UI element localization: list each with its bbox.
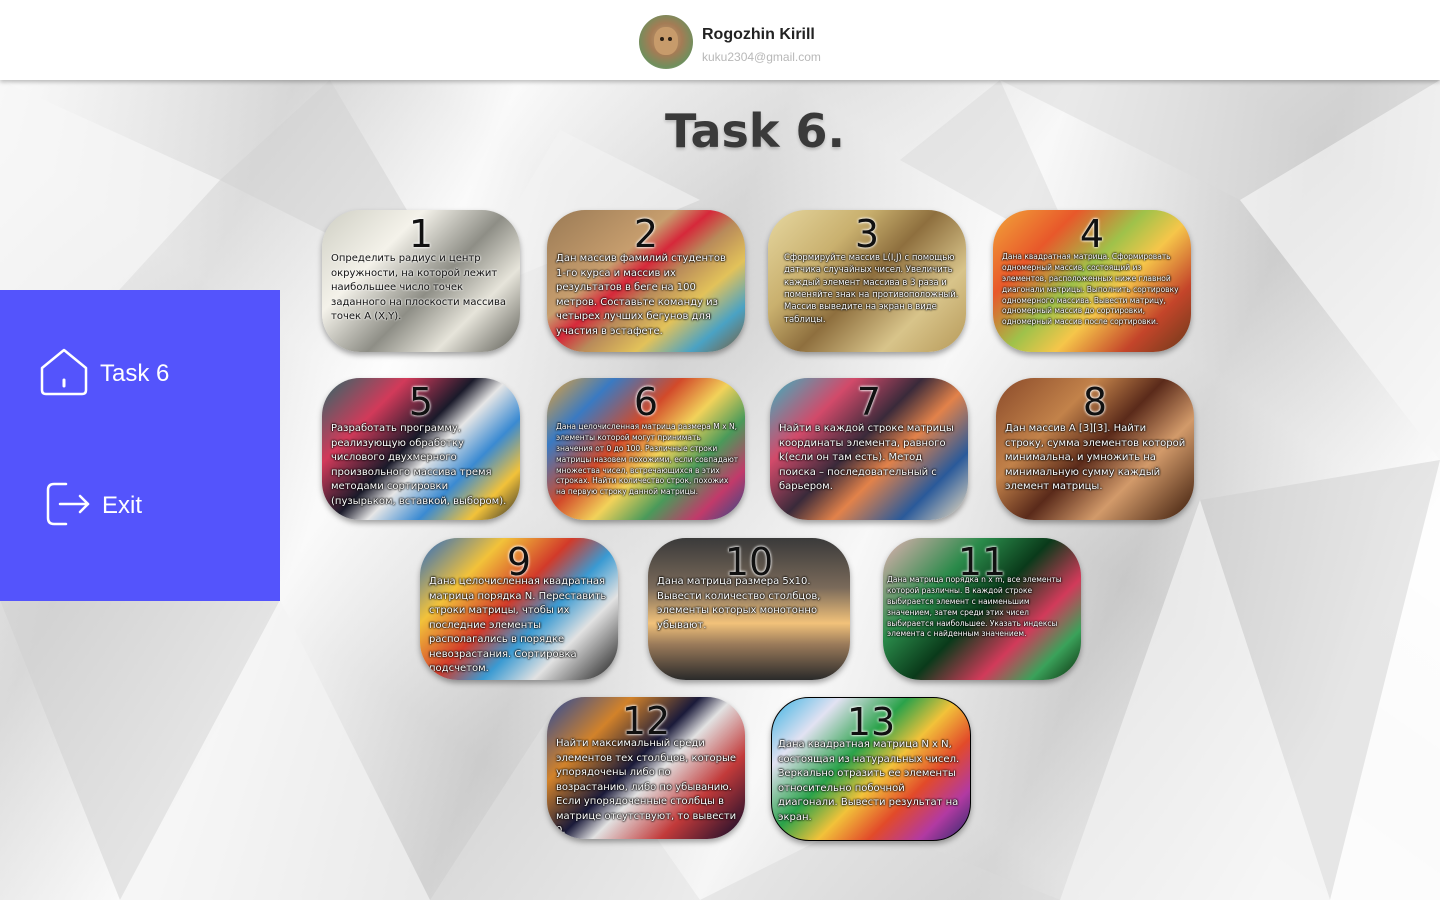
task-card-description: Дана квадратная матрица. Сформировать од… [1002,252,1179,327]
task-card-number: 7 [856,380,882,424]
task-card-number: 5 [408,380,434,424]
task-card-number: 3 [854,212,880,256]
task-card-number: 6 [633,380,659,424]
task-card-number: 1 [408,212,434,256]
task-card-description: Дана целочисленная квадратная матрица по… [429,576,607,674]
task-card-number: 2 [633,212,659,256]
user-name: Rogozhin Kirill [702,26,815,43]
task-card-5[interactable]: 5 Разработать программу, реализующую обр… [322,378,520,520]
task-card-6[interactable]: 6 Дана целочисленная матрица размера M x… [547,378,745,520]
task-card-10[interactable]: 10 Дана матрица размера 5х10. Вывести ко… [648,538,850,680]
task-card-4[interactable]: 4 Дана квадратная матрица. Сформировать … [993,210,1191,352]
page-title: Task 6. [665,104,845,158]
logout-icon [44,480,92,532]
task-card-description: Дана матрица размера 5х10. Вывести колич… [657,576,821,631]
sidebar-item-exit[interactable]: Exit [44,480,142,532]
top-header: Rogozhin Kirill kuku2304@gmail.com [0,0,1440,80]
task-card-description: Найти максимальный среди элементов тех с… [556,738,737,836]
avatar[interactable] [639,15,693,69]
task-card-11[interactable]: 11 Дана матрица порядка n x m, все элеме… [883,538,1081,680]
task-card-description: Определить радиус и центр окружности, на… [331,253,506,322]
task-card-description: Дана целочисленная матрица размера M x N… [556,422,739,497]
task-card-13[interactable]: 13 Дана квадратная матрица N x N, состоя… [771,697,971,841]
task-card-3[interactable]: 3 Сформируйте массив L(I,J) с помощью да… [768,210,966,352]
task-card-description: Дан массив фамилий студентов 1-го курса … [556,253,726,337]
sidebar-item-label: Exit [102,492,143,519]
sidebar-item-task[interactable]: Task 6 [38,346,169,402]
task-card-description: Дана квадратная матрица N x N, состоящая… [778,739,960,823]
task-card-description: Разработать программу, реализующую обраб… [331,423,507,507]
task-card-number: 8 [1082,380,1108,424]
task-card-2[interactable]: 2 Дан массив фамилий студентов 1-го курс… [547,210,745,352]
task-card-7[interactable]: 7 Найти в каждой строке матрицы координа… [770,378,968,520]
user-email: kuku2304@gmail.com [702,50,821,64]
sidebar [0,290,280,601]
task-card-1[interactable]: 1 Определить радиус и центр окружности, … [322,210,520,352]
task-card-description: Дана матрица порядка n x m, все элементы… [887,575,1062,639]
task-card-description: Дан массив A [3][3]. Найти строку, сумма… [1005,423,1186,492]
task-card-12[interactable]: 12 Найти максимальный среди элементов те… [547,697,745,839]
task-card-9[interactable]: 9 Дана целочисленная квадратная матрица … [420,538,618,680]
task-card-description: Сформируйте массив L(I,J) с помощью датч… [784,253,959,325]
sidebar-item-label: Task 6 [100,360,170,387]
home-icon [38,346,90,402]
task-card-8[interactable]: 8 Дан массив A [3][3]. Найти строку, сум… [996,378,1194,520]
task-card-number: 4 [1079,212,1105,256]
task-card-description: Найти в каждой строке матрицы координаты… [779,423,954,492]
